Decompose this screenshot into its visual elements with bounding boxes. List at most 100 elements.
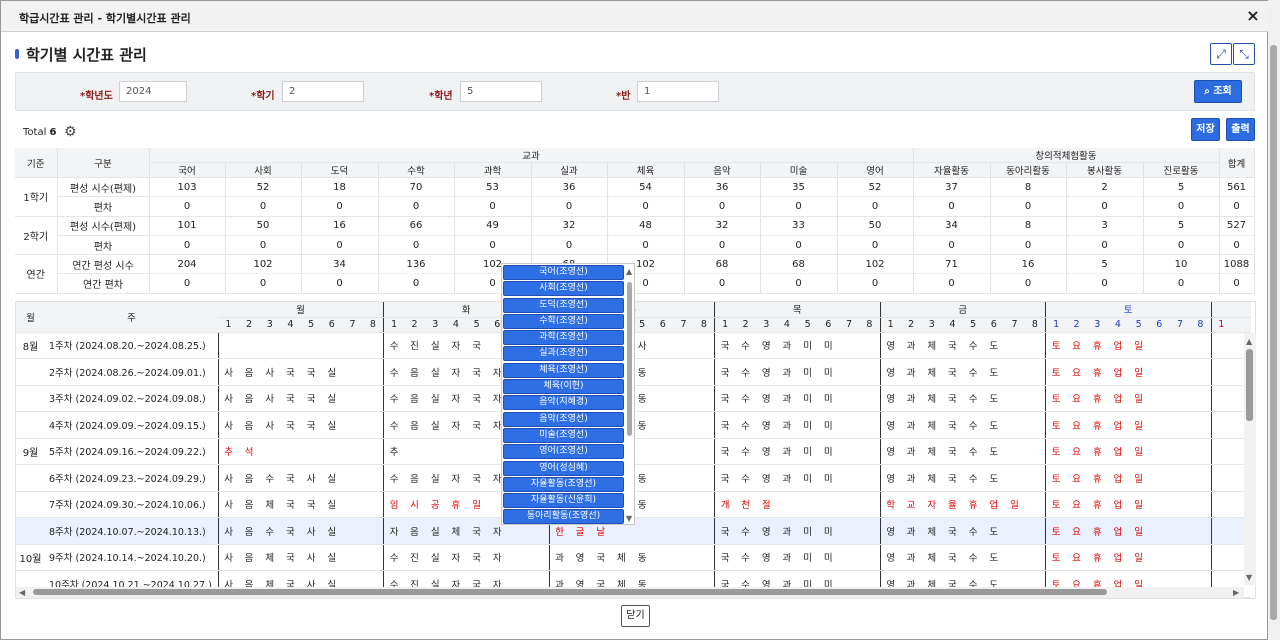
- period-cell[interactable]: 미: [817, 544, 839, 571]
- period-cell[interactable]: 토: [1045, 544, 1067, 571]
- period-cell[interactable]: 수: [383, 411, 405, 439]
- period-cell[interactable]: 일: [1128, 358, 1149, 386]
- scroll-right-icon[interactable]: ▶: [1233, 588, 1239, 597]
- period-cell[interactable]: 국: [300, 491, 322, 518]
- period-cell[interactable]: 요: [1066, 385, 1087, 412]
- period-cell[interactable]: [1024, 491, 1046, 518]
- period-cell[interactable]: 영: [879, 544, 901, 571]
- period-cell[interactable]: [1190, 517, 1211, 545]
- period-cell[interactable]: 휴: [445, 491, 467, 518]
- period-cell[interactable]: [1169, 385, 1191, 412]
- period-cell[interactable]: 도: [983, 358, 1005, 386]
- period-cell[interactable]: 사: [217, 464, 239, 492]
- period-cell[interactable]: 수: [735, 438, 756, 465]
- period-cell[interactable]: 업: [1107, 517, 1129, 545]
- period-cell[interactable]: 영: [755, 385, 777, 412]
- period-cell[interactable]: 실: [321, 491, 343, 518]
- period-cell[interactable]: 국: [942, 438, 963, 465]
- period-cell[interactable]: 토: [1045, 411, 1067, 439]
- period-cell[interactable]: [342, 438, 363, 465]
- period-cell[interactable]: 요: [1066, 438, 1087, 465]
- period-cell[interactable]: [1190, 358, 1211, 386]
- period-cell[interactable]: [1169, 464, 1191, 492]
- period-cell[interactable]: 일: [1128, 491, 1149, 518]
- period-cell[interactable]: [859, 544, 880, 571]
- period-cell[interactable]: 도: [983, 464, 1005, 492]
- period-cell[interactable]: 미: [797, 438, 818, 465]
- period-cell[interactable]: 체: [921, 411, 943, 439]
- period-cell[interactable]: 요: [1066, 544, 1087, 571]
- period-cell[interactable]: 시: [404, 491, 425, 518]
- period-cell[interactable]: 국: [942, 332, 963, 359]
- period-cell[interactable]: 국: [714, 411, 736, 439]
- class-input[interactable]: 1: [637, 81, 719, 102]
- period-cell[interactable]: 일: [1128, 411, 1149, 439]
- period-cell[interactable]: 과: [548, 544, 570, 571]
- period-cell[interactable]: 국: [466, 464, 487, 492]
- period-cell[interactable]: 수: [735, 464, 756, 492]
- period-cell[interactable]: 실: [321, 385, 343, 412]
- period-cell[interactable]: 수: [962, 438, 984, 465]
- period-cell[interactable]: [342, 464, 363, 492]
- period-cell[interactable]: 수: [735, 358, 756, 386]
- grade-input[interactable]: 5: [460, 81, 542, 102]
- period-cell[interactable]: 미: [797, 358, 818, 386]
- period-cell[interactable]: 추: [383, 438, 405, 465]
- period-cell[interactable]: [362, 332, 384, 359]
- period-cell[interactable]: [300, 332, 322, 359]
- dropdown-option[interactable]: 음악(조영선): [503, 411, 624, 427]
- period-cell[interactable]: 과: [900, 438, 922, 465]
- period-cell[interactable]: 동: [631, 544, 653, 571]
- period-cell[interactable]: 국: [714, 464, 736, 492]
- period-cell[interactable]: 도: [983, 411, 1005, 439]
- period-cell[interactable]: 토: [1045, 438, 1067, 465]
- period-cell[interactable]: 휴: [1086, 332, 1108, 359]
- period-cell[interactable]: [1024, 438, 1046, 465]
- period-cell[interactable]: [1210, 544, 1231, 571]
- period-cell[interactable]: 국: [714, 385, 736, 412]
- period-cell[interactable]: 미: [817, 517, 839, 545]
- period-cell[interactable]: [693, 385, 715, 412]
- period-cell[interactable]: [859, 332, 880, 359]
- period-cell[interactable]: 과: [900, 358, 922, 386]
- period-cell[interactable]: 영: [879, 385, 901, 412]
- period-cell[interactable]: [1190, 464, 1211, 492]
- period-cell[interactable]: [342, 517, 363, 545]
- period-cell[interactable]: [280, 438, 301, 465]
- period-cell[interactable]: [1210, 517, 1231, 545]
- dropdown-option[interactable]: 자율활동(신윤희): [503, 493, 624, 509]
- vertical-scroll-thumb[interactable]: [1246, 349, 1253, 421]
- period-cell[interactable]: 영: [879, 411, 901, 439]
- table-row[interactable]: 10월 9주차 (2024.10.14.~2024.10.20.) 사 음 체 국 사 실 수 진…: [16, 544, 1251, 571]
- dropdown-option[interactable]: 도덕(조영선): [503, 297, 624, 313]
- period-cell[interactable]: [362, 438, 384, 465]
- period-cell[interactable]: 영: [879, 358, 901, 386]
- dropdown-option[interactable]: 수학(조영선): [503, 313, 624, 329]
- gear-icon[interactable]: ⚙: [64, 124, 77, 140]
- period-cell[interactable]: 사: [300, 517, 322, 545]
- subject-dropdown[interactable]: 국어(조영선) 사회(조영선) 도덕(조영선) 수학(조영선) 과학(조영선) 실과(조영…: [501, 263, 635, 525]
- type-header[interactable]: 구분: [57, 148, 150, 178]
- period-cell[interactable]: 업: [1107, 438, 1129, 465]
- dropdown-option[interactable]: 국어(조영선): [503, 265, 624, 280]
- period-cell[interactable]: 과: [776, 358, 798, 386]
- period-cell[interactable]: 자: [445, 544, 467, 571]
- period-cell[interactable]: 체: [611, 544, 632, 571]
- period-cell[interactable]: 영: [879, 332, 901, 359]
- period-cell[interactable]: 미: [797, 332, 818, 359]
- period-cell[interactable]: [859, 517, 880, 545]
- period-cell[interactable]: 도: [983, 544, 1005, 571]
- period-cell[interactable]: 자: [383, 517, 405, 545]
- period-cell[interactable]: 국: [942, 544, 963, 571]
- period-cell[interactable]: [1190, 544, 1211, 571]
- period-cell[interactable]: 실: [424, 332, 446, 359]
- period-cell[interactable]: 토: [1045, 517, 1067, 545]
- period-cell[interactable]: [859, 464, 880, 492]
- period-cell[interactable]: [1190, 385, 1211, 412]
- semester-input[interactable]: 2: [282, 81, 364, 102]
- period-cell[interactable]: [859, 358, 880, 386]
- print-button[interactable]: 출력: [1226, 118, 1255, 141]
- horizontal-scroll-thumb[interactable]: [33, 589, 1107, 595]
- period-cell[interactable]: [342, 358, 363, 386]
- period-cell[interactable]: [838, 544, 860, 571]
